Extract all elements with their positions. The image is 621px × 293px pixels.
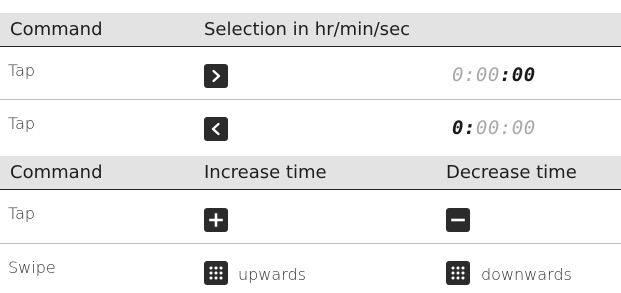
swipe-direction-down: downwards [481,265,572,284]
row-divider [0,99,621,100]
header-decrease: Decrease time [446,162,577,183]
plus-icon [204,208,228,232]
chevron-right-icon [204,64,228,88]
chevron-left-icon [204,117,228,141]
row-divider [0,243,621,244]
header-command: Command [10,162,103,183]
header-increase: Increase time [204,162,327,183]
grid-icon [204,261,228,285]
display-hours: 0 [452,117,464,139]
display-seconds: 00 [511,64,536,86]
display-hours: 0 [452,64,464,86]
time-display: 0:00:00 [452,117,536,139]
header-selection: Selection in hr/min/sec [204,19,411,40]
header-divider [0,189,621,190]
display-seconds: 00 [511,117,536,139]
grid-icon [446,261,470,285]
row-command: Tap [8,204,36,223]
row-command: Swipe [8,258,56,277]
time-display: 0:00:00 [452,64,536,86]
display-minutes: 00 [475,117,500,139]
header-divider [0,46,621,47]
display-separator: : [463,64,476,86]
display-separator: : [499,64,512,86]
header-command: Command [10,19,103,40]
display-separator: : [463,117,476,139]
display-minutes: 00 [475,64,500,86]
swipe-direction-up: upwards [238,265,306,284]
display-separator: : [499,117,512,139]
minus-icon [446,208,470,232]
row-command: Tap [8,61,36,80]
row-command: Tap [8,114,36,133]
